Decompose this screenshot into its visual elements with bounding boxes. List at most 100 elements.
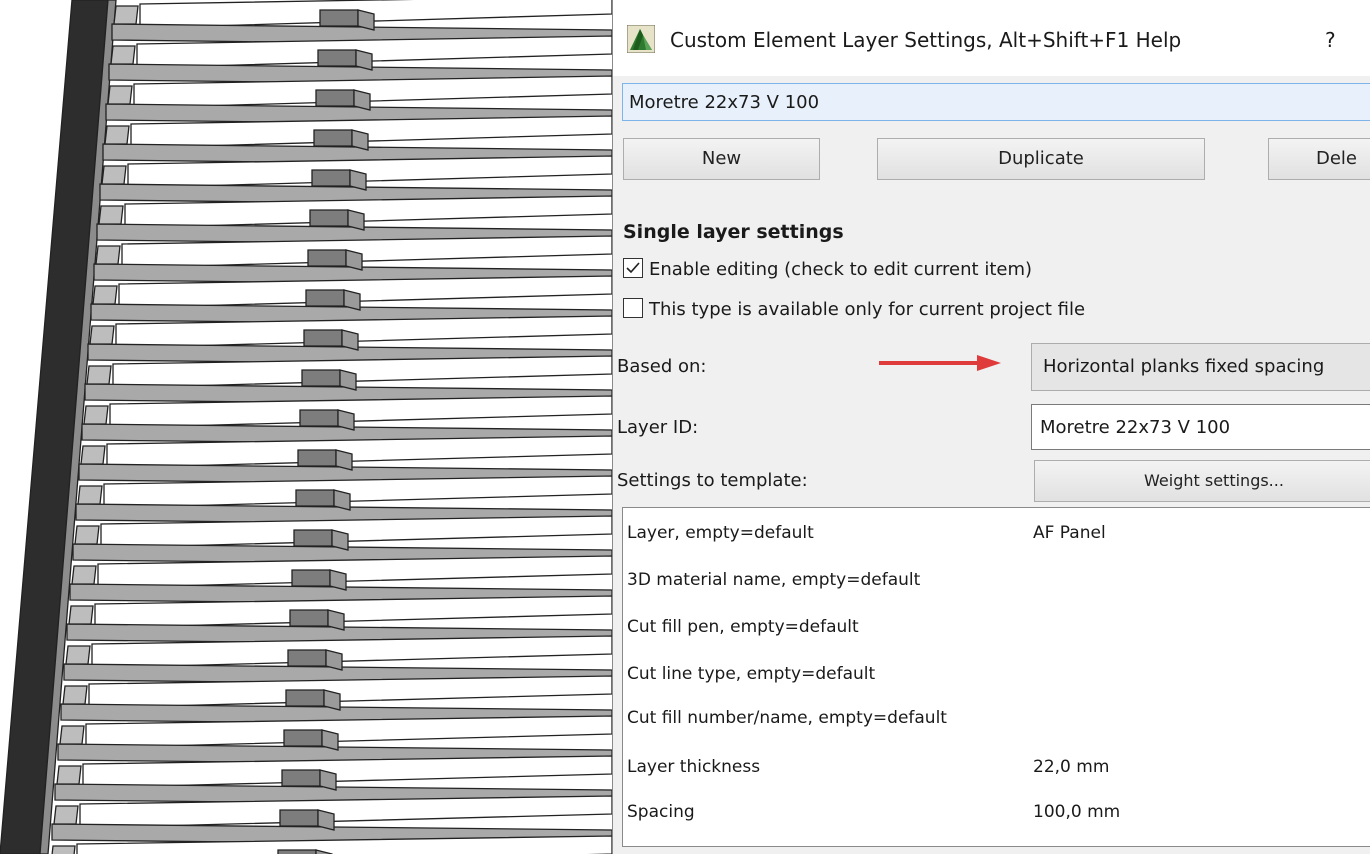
- based-on-select[interactable]: Horizontal planks fixed spacing: [1031, 343, 1370, 391]
- post-segment: [279, 809, 319, 827]
- enable-editing-option[interactable]: Enable editing (check to edit current it…: [623, 258, 1033, 285]
- post-segment: [299, 409, 339, 427]
- connector-block: [101, 165, 127, 185]
- post-segment: [285, 689, 325, 707]
- property-value[interactable]: 100,0 mm: [1033, 802, 1120, 822]
- property-name: Cut fill number/name, empty=default: [627, 708, 947, 728]
- post-segment: [281, 769, 321, 787]
- post-segment: [317, 49, 357, 67]
- connector-block: [92, 285, 118, 305]
- duplicate-button[interactable]: Duplicate: [877, 138, 1205, 180]
- connector-block: [56, 765, 82, 785]
- property-name: Spacing: [627, 802, 695, 822]
- connector-block: [71, 565, 97, 585]
- property-name: Cut line type, empty=default: [627, 664, 876, 684]
- post-segment: [289, 609, 329, 627]
- post-segment: [323, 689, 341, 711]
- connector-block: [53, 805, 79, 825]
- connector-block: [98, 205, 124, 225]
- post-segment: [301, 369, 341, 387]
- post-segment: [277, 849, 317, 854]
- property-name: 3D material name, empty=default: [627, 570, 921, 590]
- post-segment: [319, 9, 359, 27]
- post-segment: [345, 249, 363, 271]
- property-row[interactable]: Layer, empty=default AF Panel: [623, 523, 1370, 567]
- connector-block: [113, 5, 139, 25]
- post-segment: [327, 609, 345, 631]
- new-button[interactable]: New: [623, 138, 820, 180]
- post-segment: [347, 209, 365, 231]
- post-segment: [313, 129, 353, 147]
- connector-block: [51, 845, 76, 854]
- post-segment: [305, 289, 345, 307]
- post-segment: [355, 49, 373, 71]
- property-row[interactable]: Cut fill pen, empty=default: [623, 617, 1370, 661]
- post-segment: [333, 489, 351, 511]
- connector-block: [80, 445, 106, 465]
- post-segment: [325, 649, 343, 671]
- enable-editing-label: Enable editing (check to edit current it…: [649, 259, 1033, 280]
- connector-block: [59, 725, 85, 745]
- property-value[interactable]: 22,0 mm: [1033, 757, 1109, 777]
- connector-block: [62, 685, 88, 705]
- post-segment: [321, 729, 339, 751]
- weight-settings-button[interactable]: Weight settings...: [1034, 460, 1370, 502]
- dialog-titlebar[interactable]: Custom Element Layer Settings, Alt+Shift…: [613, 0, 1370, 76]
- connector-block: [89, 325, 115, 345]
- layer-id-field[interactable]: [1031, 404, 1370, 450]
- project-only-label: This type is available only for current …: [649, 299, 1086, 320]
- post-segment: [295, 489, 335, 507]
- property-value[interactable]: AF Panel: [1033, 523, 1106, 543]
- settings-template-label: Settings to template:: [617, 470, 808, 491]
- section-heading: Single layer settings: [623, 221, 844, 243]
- post-segment: [331, 529, 349, 551]
- property-row[interactable]: 3D material name, empty=default: [623, 570, 1370, 614]
- property-name: Layer thickness: [627, 757, 761, 777]
- post-segment: [357, 9, 375, 31]
- property-row[interactable]: Spacing 100,0 mm: [623, 802, 1370, 846]
- connector-block: [86, 365, 112, 385]
- post-segment: [337, 409, 355, 431]
- connector-block: [83, 405, 109, 425]
- plank-top: [139, 0, 612, 29]
- dialog-title: Custom Element Layer Settings, Alt+Shift…: [670, 28, 1182, 52]
- post-segment: [353, 89, 371, 111]
- property-row[interactable]: Cut fill number/name, empty=default: [623, 708, 1370, 752]
- property-row[interactable]: Cut line type, empty=default: [623, 664, 1370, 708]
- project-only-option[interactable]: This type is available only for current …: [623, 298, 1086, 325]
- post-segment: [287, 649, 327, 667]
- post-segment: [335, 449, 353, 471]
- custom-element-layer-settings-dialog: Custom Element Layer Settings, Alt+Shift…: [612, 0, 1370, 854]
- property-name: Layer, empty=default: [627, 523, 814, 543]
- post-segment: [339, 369, 357, 391]
- property-name: Cut fill pen, empty=default: [627, 617, 859, 637]
- help-button[interactable]: ?: [1325, 28, 1336, 52]
- archicad-icon: [626, 24, 656, 54]
- connector-block: [74, 525, 100, 545]
- connector-block: [107, 85, 133, 105]
- delete-button[interactable]: Dele: [1268, 138, 1370, 180]
- post-segment: [291, 569, 331, 587]
- layer-id-label: Layer ID:: [617, 417, 699, 438]
- connector-block: [95, 245, 121, 265]
- connector-block: [77, 485, 103, 505]
- post-segment: [293, 529, 333, 547]
- post-segment: [297, 449, 337, 467]
- project-only-checkbox[interactable]: [623, 298, 643, 318]
- connector-block: [104, 125, 130, 145]
- post-segment: [349, 169, 367, 191]
- post-segment: [309, 209, 349, 227]
- enable-editing-checkbox[interactable]: [623, 258, 643, 278]
- post-segment: [303, 329, 343, 347]
- post-segment: [311, 169, 351, 187]
- connector-block: [65, 645, 91, 665]
- element-name-field[interactable]: [622, 83, 1370, 121]
- connector-block: [110, 45, 136, 65]
- post-segment: [329, 569, 347, 591]
- properties-list: Layer, empty=default AF Panel 3D materia…: [622, 507, 1370, 847]
- connector-block: [68, 605, 94, 625]
- 3d-viewport[interactable]: [0, 0, 612, 854]
- post-segment: [319, 769, 337, 791]
- property-row[interactable]: Layer thickness 22,0 mm: [623, 757, 1370, 801]
- post-segment: [341, 329, 359, 351]
